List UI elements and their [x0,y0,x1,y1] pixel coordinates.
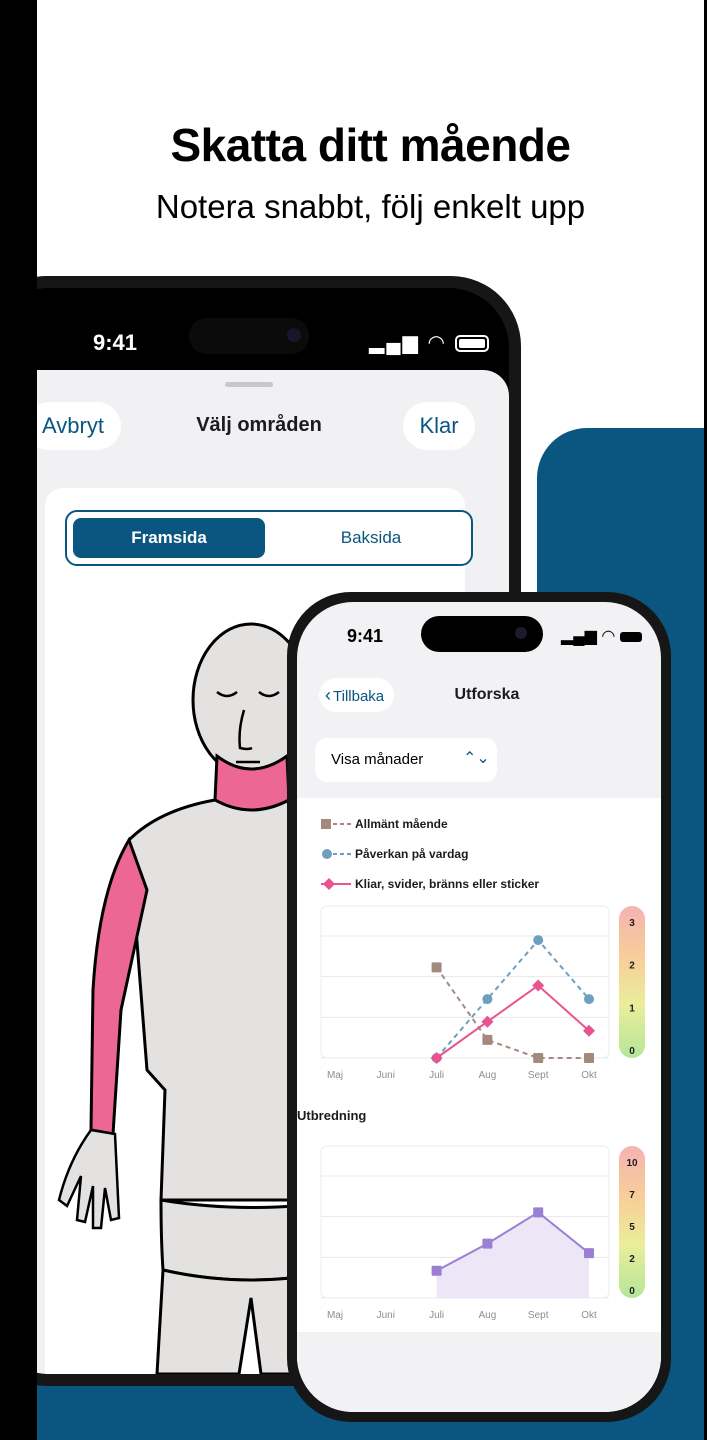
x-tick-label: Maj [327,1070,343,1081]
x-tick-label: Juli [429,1310,444,1321]
x-tick-label: Okt [581,1070,597,1081]
line-chart[interactable]: Maj Juni Juli Aug Sept Okt 3 2 1 0 [297,898,661,1098]
data-point [431,962,442,973]
x-tick-label: Sept [528,1070,549,1081]
scale-label: 10 [626,1158,638,1169]
scale-label: 2 [629,1254,635,1265]
period-select-value: Visa månader [331,751,424,768]
x-tick-label: Aug [479,1070,497,1081]
battery-icon [454,335,489,353]
poster-background: Skatta ditt mående Notera snabbt, följ e… [37,0,704,1440]
chevron-left-icon: ‹ [325,685,331,705]
x-tick-label: Juni [377,1310,395,1321]
data-point [533,1053,544,1063]
x-tick-label: Juli [429,1070,444,1081]
scale-label: 0 [629,1046,635,1057]
battery-icon [619,631,642,642]
explore-content: Allmänt mående Påverkan på vardag Kliar,… [297,798,661,1412]
data-point [584,994,594,1005]
body-arm-right[interactable] [89,836,149,1136]
body-hand-right[interactable] [57,1128,121,1230]
scale-label: 3 [629,918,635,929]
data-point [533,935,544,946]
data-point [431,1265,442,1276]
plot-area [320,905,610,1059]
x-tick-label: Maj [327,1310,343,1321]
data-point [482,1238,493,1249]
wifi-icon: ◠ [427,332,447,354]
app-store-screenshot: Skatta ditt mående Notera snabbt, följ e… [0,0,707,1440]
period-select[interactable]: Visa månader ⌃⌄ [315,738,497,782]
scale-label: 0 [629,1286,635,1297]
status-time: 9:41 [347,626,384,646]
headline: Skatta ditt mående [170,119,572,171]
x-tick-label: Juni [377,1070,395,1081]
scale-label: 1 [629,1003,635,1014]
screen-title: Utforska [454,686,520,703]
back-label: Tillbaka [333,688,385,705]
data-point [482,994,493,1005]
area-chart[interactable]: Maj Juni Juli Aug Sept Okt 10 7 5 2 0 [297,1138,661,1338]
phone-explore: 9:41 ▂▄▆ ◠ ‹ Tillbaka Utforska Visa månad… [287,592,671,1422]
scale-label: 7 [629,1190,635,1201]
camera-icon [515,627,527,639]
legend-diamond-icon [321,878,351,890]
signal-icon: ▂▄▆ [561,628,597,645]
legend-label: Påverkan på vardag [355,847,469,861]
legend-label: Allmänt mående [355,817,448,831]
bottom-safe-area [297,1332,661,1412]
section-title: Utbredning [297,1108,367,1123]
x-tick-label: Okt [581,1310,597,1321]
status-time: 9:41 [93,330,138,355]
signal-icon: ▂▄▆ [369,332,420,354]
chevron-up-down-icon: ⌃⌄ [463,750,490,767]
data-point [584,1248,594,1259]
back-button[interactable]: ‹ Tillbaka [319,678,395,712]
status-icons: ▂▄▆ ◠ [369,330,489,355]
wifi-icon: ◠ [601,628,616,645]
x-tick-label: Sept [528,1310,549,1321]
data-point [584,1053,594,1063]
data-point [533,1207,544,1218]
legend-label: Kliar, svider, bränns eller sticker [355,877,540,891]
scale-label: 5 [629,1222,635,1233]
data-point [482,1034,493,1045]
camera-icon [287,328,301,342]
x-tick-label: Aug [479,1310,497,1321]
legend-square-icon [321,819,351,829]
legend-circle-icon [322,849,351,859]
phone-screen: 9:41 ▂▄▆ ◠ ‹ Tillbaka Utforska Visa månad… [297,602,661,1412]
scale-label: 2 [629,961,635,972]
status-icons: ▂▄▆ ◠ [561,626,642,646]
subheadline: Notera snabbt, följ enkelt upp [155,188,586,225]
